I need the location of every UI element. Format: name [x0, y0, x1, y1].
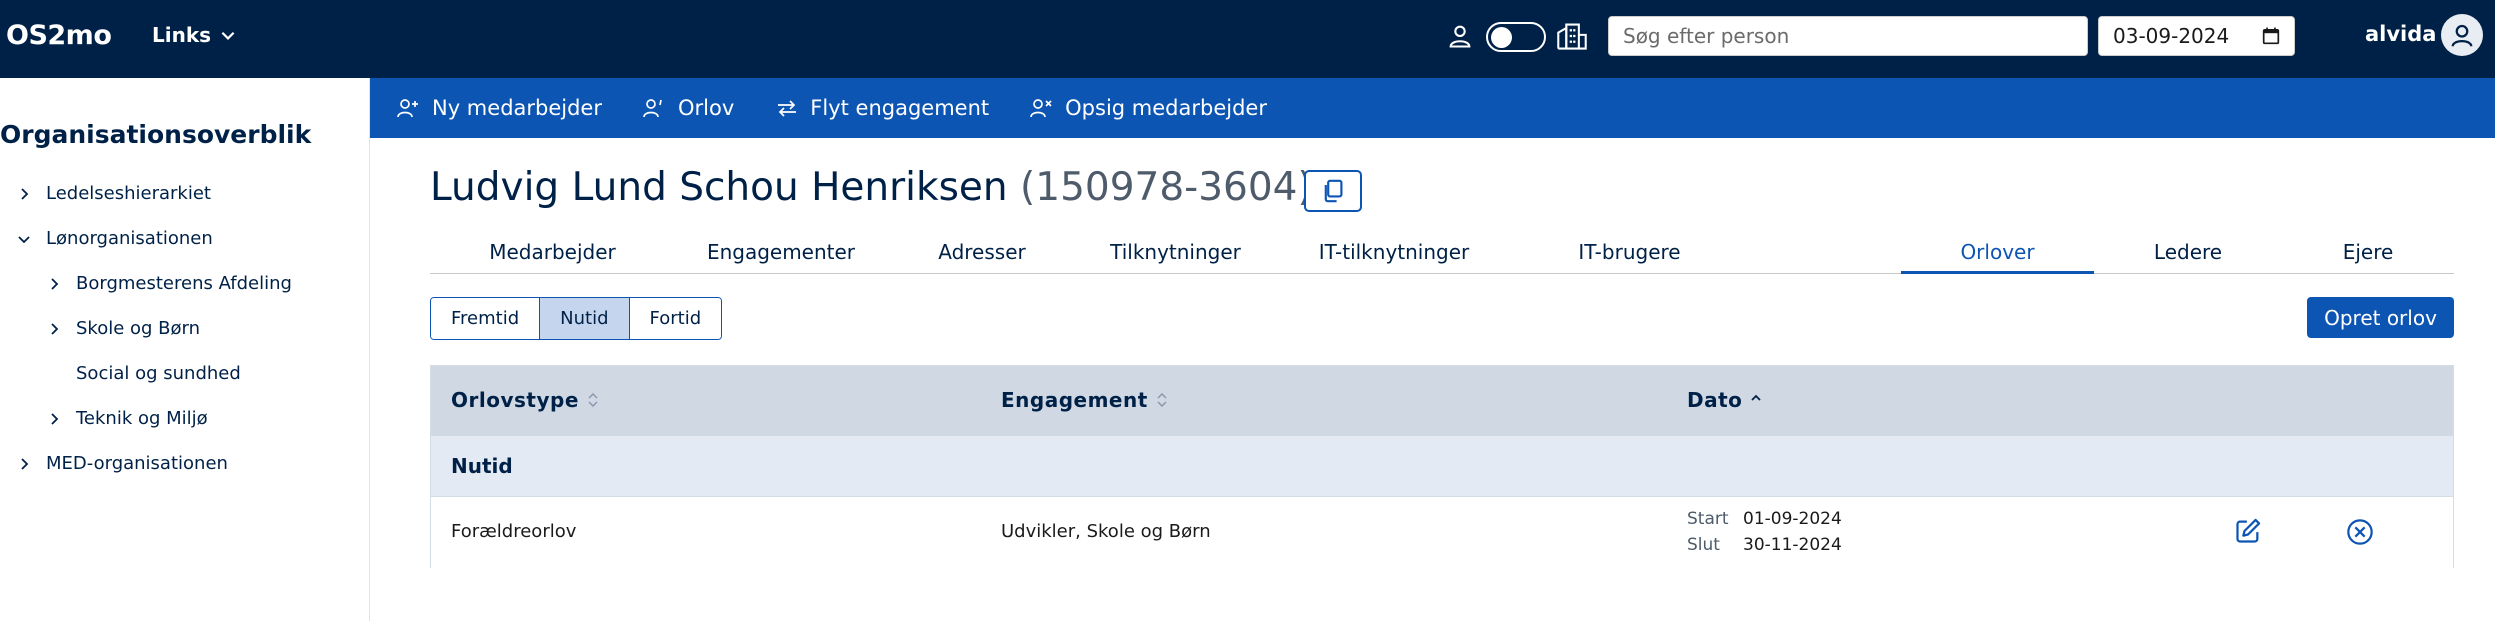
tree-item-label: Teknik og Miljø	[76, 408, 208, 429]
tree-item-skole-og-born[interactable]: Skole og Børn	[46, 318, 200, 339]
tree-item-social-og-sundhed[interactable]: Social og sundhed	[46, 363, 241, 384]
toggle-knob	[1491, 27, 1512, 48]
tab-ejere[interactable]: Ejere	[2282, 236, 2454, 274]
column-header-orlovstype[interactable]: Orlovstype	[451, 388, 599, 412]
person-icon	[1449, 25, 1471, 48]
move-engagement-label: Flyt engagement	[810, 96, 990, 120]
view-toggle-switch[interactable]	[1486, 22, 1546, 52]
tree-item-label: Skole og Børn	[76, 318, 201, 339]
calendar-icon	[2262, 27, 2280, 45]
terminate-employee-label: Opsig medarbejder	[1065, 96, 1267, 120]
table-header: Orlovstype Engagement Dato	[431, 366, 2453, 436]
date-picker-value: 03-09-2024	[2113, 24, 2230, 48]
user-avatar[interactable]	[2441, 14, 2483, 56]
tab-engagementer[interactable]: Engagementer	[675, 236, 887, 274]
table-row: Forældreorlov Udvikler, Skole og Børn St…	[431, 496, 2453, 569]
column-header-label: Dato	[1687, 388, 1743, 412]
employee-cpr: (150978-3604)	[1020, 165, 1313, 210]
organisation-sidebar: Organisationsoverblik Ledelseshierarkiet…	[0, 78, 370, 621]
column-header-label: Engagement	[1001, 388, 1148, 412]
date-start-label: Start	[1687, 509, 1729, 529]
tree-item-lonorganisationen[interactable]: Lønorganisationen	[16, 228, 213, 249]
edit-icon[interactable]	[2234, 517, 2262, 545]
sort-icon	[588, 393, 598, 407]
tab-orlover[interactable]: Orlover	[1901, 236, 2094, 274]
employee-action-bar: Ny medarbejder Orlov Flyt engagement Ops…	[370, 78, 2495, 138]
chevron-down-icon[interactable]	[16, 231, 32, 247]
filter-fortid-button[interactable]: Fortid	[629, 298, 722, 339]
group-label: Nutid	[451, 454, 513, 478]
chevron-right-icon[interactable]	[16, 186, 32, 202]
tab-it-tilknytninger[interactable]: IT-tilknytninger	[1274, 236, 1514, 274]
tree-item-label: Borgmesterens Afdeling	[76, 273, 292, 294]
employee-title: Ludvig Lund Schou Henriksen (150978-3604…	[430, 165, 1313, 210]
tree-item-label: MED-organisationen	[46, 453, 228, 474]
date-picker-field[interactable]: 03-09-2024	[2098, 16, 2295, 56]
leave-table: Orlovstype Engagement Dato Nutid Forældr…	[430, 365, 2454, 569]
person-search-input[interactable]	[1608, 16, 2088, 56]
tree-item-label: Social og sundhed	[76, 363, 241, 384]
chevron-right-icon[interactable]	[46, 321, 62, 337]
tree-item-label: Lønorganisationen	[46, 228, 213, 249]
swap-arrows-icon	[778, 100, 797, 117]
tab-tilknytninger[interactable]: Tilknytninger	[1077, 236, 1274, 274]
app-logo[interactable]: OS2mo	[6, 20, 112, 51]
copy-icon	[1324, 179, 1343, 203]
copy-cpr-button[interactable]	[1304, 170, 1362, 212]
chevron-right-icon[interactable]	[46, 411, 62, 427]
create-leave-button[interactable]: Opret orlov	[2307, 297, 2454, 338]
new-employee-label: Ny medarbejder	[432, 96, 602, 120]
sort-ascending-icon	[1751, 394, 1762, 401]
tree-item-teknik-og-miljo[interactable]: Teknik og Miljø	[46, 408, 208, 429]
sort-icon	[1157, 393, 1167, 407]
date-start-value: 01-09-2024	[1743, 509, 1842, 529]
tab-adresser[interactable]: Adresser	[887, 236, 1077, 274]
filter-nutid-button[interactable]: Nutid	[540, 298, 630, 339]
cell-engagement: Udvikler, Skole og Børn	[1001, 521, 1211, 542]
cancel-circle-icon[interactable]	[2346, 518, 2374, 546]
user-plus-icon	[397, 99, 418, 118]
sidebar-title: Organisationsoverblik	[0, 120, 312, 149]
employee-tabs: Medarbejder Engagementer Adresser Tilkny…	[430, 236, 2454, 274]
move-engagement-button[interactable]: Flyt engagement	[774, 96, 989, 120]
links-menu-button[interactable]: Links	[152, 23, 237, 47]
links-menu-label: Links	[152, 23, 212, 47]
user-avatar-icon	[2451, 24, 2473, 47]
user-leave-icon	[643, 99, 662, 118]
column-header-label: Orlovstype	[451, 388, 579, 412]
user-remove-icon	[1030, 99, 1052, 118]
top-navigation-bar: OS2mo Links 03-09-2024 alvida	[0, 0, 2495, 78]
date-end-value: 30-11-2024	[1743, 535, 1842, 555]
leave-label: Orlov	[678, 96, 735, 120]
chevron-right-icon[interactable]	[46, 276, 62, 292]
cell-orlovstype: Forældreorlov	[451, 521, 577, 542]
new-employee-button[interactable]: Ny medarbejder	[396, 96, 602, 120]
terminate-employee-button[interactable]: Opsig medarbejder	[1029, 96, 1267, 120]
filter-fremtid-button[interactable]: Fremtid	[431, 298, 541, 339]
tab-it-brugere[interactable]: IT-brugere	[1514, 236, 1745, 274]
leave-button[interactable]: Orlov	[642, 96, 734, 120]
employee-name: Ludvig Lund Schou Henriksen	[430, 165, 1008, 210]
tree-item-borgmesterens-afdeling[interactable]: Borgmesterens Afdeling	[46, 273, 292, 294]
chevron-right-icon[interactable]	[16, 456, 32, 472]
table-group-row: Nutid	[431, 436, 2453, 496]
current-username[interactable]: alvida	[2365, 22, 2436, 46]
date-end-label: Slut	[1687, 535, 1720, 555]
column-header-dato[interactable]: Dato	[1687, 388, 1762, 412]
tree-item-ledelseshierarkiet[interactable]: Ledelseshierarkiet	[16, 183, 211, 204]
tab-medarbejder[interactable]: Medarbejder	[430, 236, 675, 274]
column-header-engagement[interactable]: Engagement	[1001, 388, 1168, 412]
tab-ledere[interactable]: Ledere	[2094, 236, 2282, 274]
tree-item-med-organisationen[interactable]: MED-organisationen	[16, 453, 228, 474]
time-filter-toggle: Fremtid Nutid Fortid	[430, 297, 723, 340]
building-icon	[1557, 23, 1587, 50]
chevron-down-icon	[221, 31, 235, 40]
tree-item-label: Ledelseshierarkiet	[46, 183, 211, 204]
